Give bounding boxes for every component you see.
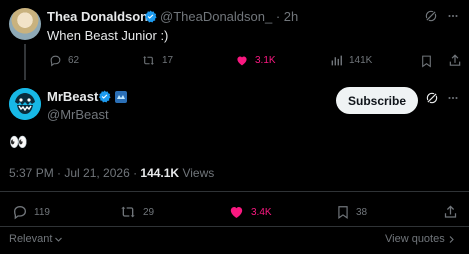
verified-badge-icon xyxy=(144,10,157,23)
reply-handle[interactable]: @TheaDonaldson_ · 2h xyxy=(160,9,298,24)
author-name[interactable]: MrBeast xyxy=(47,89,98,104)
post-meta: 5:37 PM · Jul 21, 2026 · 144.1K Views xyxy=(9,166,214,180)
sort-dropdown[interactable]: Relevant xyxy=(9,233,63,245)
view-quotes-link[interactable]: View quotes xyxy=(385,233,456,245)
subscribe-button[interactable]: Subscribe xyxy=(336,87,418,114)
post-like-button[interactable]: 3.4K xyxy=(228,204,272,220)
post-bookmark-button[interactable]: 38 xyxy=(336,204,367,220)
reply-icon xyxy=(13,205,27,220)
post-reply-button[interactable]: 119 xyxy=(12,204,50,220)
chevron-down-icon xyxy=(55,237,63,242)
reply-likes-count: 3.1K xyxy=(255,55,276,66)
reply-author-name-text[interactable]: Thea Donaldson xyxy=(47,9,148,24)
grok-icon[interactable] xyxy=(424,9,438,23)
reply-reposts-count: 17 xyxy=(162,55,174,66)
reply-handle-text[interactable]: @TheaDonaldson_ xyxy=(160,9,272,24)
bookmark-icon[interactable] xyxy=(420,54,433,68)
view-quotes-label[interactable]: View quotes xyxy=(385,233,445,245)
verified-badge-icon xyxy=(98,90,111,103)
reply-like-button[interactable]: 3.1K xyxy=(235,54,276,67)
post-views-label: Views xyxy=(179,166,215,180)
chevron-right-icon xyxy=(449,235,454,243)
repost-icon xyxy=(143,56,154,65)
more-icon[interactable] xyxy=(446,9,460,23)
post-repost-button[interactable]: 29 xyxy=(119,204,154,220)
reply-icon xyxy=(50,55,61,67)
share-icon[interactable] xyxy=(448,53,462,68)
post-bookmarks-count: 38 xyxy=(356,206,368,218)
mrbeast-logo-icon xyxy=(9,88,41,120)
reply-views-count: 141K xyxy=(349,55,373,66)
author-avatar[interactable] xyxy=(9,88,41,120)
reply-text: When Beast Junior :) xyxy=(47,28,169,43)
post-replies-count: 119 xyxy=(34,206,50,218)
divider xyxy=(0,191,469,192)
reply-avatar[interactable] xyxy=(9,8,41,40)
like-icon xyxy=(237,56,247,66)
reply-reply-button[interactable]: 62 xyxy=(49,54,79,67)
reply-views-button[interactable]: 141K xyxy=(330,54,372,67)
reply-time[interactable]: · 2h xyxy=(276,9,298,24)
more-icon[interactable] xyxy=(446,91,460,105)
post-timestamp[interactable]: 5:37 PM · Jul 21, 2026 · xyxy=(9,166,140,180)
share-icon[interactable] xyxy=(443,204,458,220)
thread-line xyxy=(24,44,26,80)
reply-repost-button[interactable]: 17 xyxy=(141,54,173,67)
affiliate-badge-icon[interactable] xyxy=(115,91,127,103)
reply-author-name[interactable]: Thea Donaldson xyxy=(47,9,148,24)
author-handle[interactable]: @MrBeast xyxy=(47,107,109,122)
like-icon xyxy=(230,207,243,218)
bookmark-icon xyxy=(338,206,348,219)
post-text: 👀 xyxy=(9,134,28,151)
views-icon xyxy=(331,55,342,66)
sort-label[interactable]: Relevant xyxy=(9,233,52,245)
repost-icon xyxy=(121,206,135,218)
grok-icon[interactable] xyxy=(425,91,439,105)
post-reposts-count: 29 xyxy=(143,206,155,218)
post-views-count: 144.1K xyxy=(140,166,180,180)
divider xyxy=(0,226,469,227)
post-likes-count: 3.4K xyxy=(251,206,272,218)
reply-replies-count: 62 xyxy=(68,55,80,66)
